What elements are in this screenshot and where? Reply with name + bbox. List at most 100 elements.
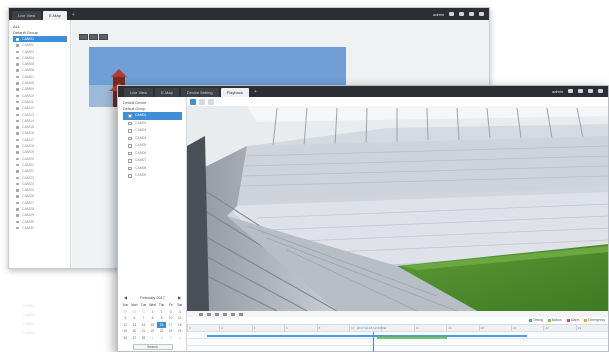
calendar-day[interactable]: 7 — [139, 315, 148, 321]
export-icon[interactable] — [239, 312, 243, 316]
timeline[interactable]: 0 2 4 6 8 10 12 14 16 18 20 22 24 2017-02-16 12:00:0… — [187, 324, 608, 352]
camera-checkbox[interactable] — [128, 144, 132, 148]
user-icon[interactable] — [449, 12, 454, 16]
forward-icon[interactable] — [223, 312, 227, 316]
camera-checkbox[interactable] — [128, 114, 132, 118]
stop-icon[interactable] — [215, 312, 219, 316]
camera-checkbox[interactable] — [128, 129, 132, 133]
tab-e-map[interactable]: E-Map — [43, 11, 67, 20]
user-label[interactable]: admin — [433, 12, 444, 17]
zoom-in-icon[interactable] — [79, 34, 88, 40]
calendar-day[interactable]: 8 — [148, 315, 157, 321]
calendar-day[interactable]: 3 — [166, 309, 175, 315]
calendar-day[interactable]: 12 — [121, 322, 130, 328]
add-tab-button[interactable]: + — [69, 11, 78, 20]
legend-item: Emergency — [584, 318, 605, 322]
calendar-day[interactable]: 2 — [157, 335, 166, 341]
minimize-icon[interactable] — [479, 12, 484, 16]
rewind-icon[interactable] — [199, 312, 203, 316]
single-view-icon[interactable] — [190, 98, 196, 105]
add-tab-button[interactable]: + — [251, 88, 260, 97]
calendar-day[interactable]: 13 — [130, 322, 139, 328]
camera-checkbox[interactable] — [128, 159, 132, 163]
camera-item[interactable]: CAM04 — [123, 135, 182, 143]
prev-month-button[interactable]: ◀ — [124, 295, 127, 302]
play-icon[interactable] — [207, 312, 211, 316]
camera-icon — [16, 82, 19, 85]
camera-item[interactable]: CAM07 — [123, 157, 182, 165]
camera-item[interactable]: CAM02 — [123, 120, 182, 128]
tab-device-setting[interactable]: Device Setting — [180, 88, 219, 97]
calendar-day[interactable]: 17 — [166, 322, 175, 328]
calendar-day[interactable]: 2 — [157, 309, 166, 315]
tab-live-view[interactable]: Live View — [12, 11, 42, 20]
camera-item[interactable]: CAM31 — [13, 225, 67, 231]
calendar-day[interactable]: 30 — [130, 309, 139, 315]
calendar-day[interactable]: 31 — [139, 309, 148, 315]
camera-checkbox[interactable] — [128, 174, 132, 178]
camera-checkbox[interactable] — [128, 166, 132, 170]
next-month-button[interactable]: ▶ — [178, 295, 181, 302]
camera-icon — [16, 182, 19, 186]
camera-checkbox[interactable] — [128, 121, 132, 125]
zoom-out-icon[interactable] — [89, 34, 98, 40]
monitor-icon[interactable] — [459, 12, 464, 16]
calendar-day[interactable]: 1 — [148, 335, 157, 341]
calendar-day[interactable]: 29 — [121, 309, 130, 315]
camera-checkbox[interactable] — [128, 136, 132, 140]
snapshot-icon[interactable] — [231, 312, 235, 316]
tab-live-view[interactable]: Live View — [124, 88, 154, 97]
camera-item[interactable]: CAM09 — [123, 172, 182, 180]
camera-checkbox[interactable] — [128, 151, 132, 155]
timeline-track[interactable] — [187, 340, 608, 346]
calendar-day[interactable]: 20 — [130, 328, 139, 334]
settings-icon[interactable] — [469, 12, 474, 16]
minimize-icon[interactable] — [598, 89, 603, 93]
search-button[interactable]: Search — [132, 343, 173, 350]
emap-toolbar — [79, 34, 108, 40]
calendar-day[interactable]: 6 — [130, 315, 139, 321]
calendar-day[interactable]: 21 — [139, 328, 148, 334]
calendar-day[interactable]: 18 — [175, 322, 184, 328]
calendar-day[interactable]: 5 — [121, 315, 130, 321]
camera-item[interactable]: CAM05 — [123, 142, 182, 150]
camera-item[interactable]: CAM08 — [123, 165, 182, 173]
calendar-day[interactable]: 27 — [130, 335, 139, 341]
calendar-day[interactable]: 28 — [139, 335, 148, 341]
calendar-day[interactable]: 19 — [121, 328, 130, 334]
timeline-track[interactable] — [187, 347, 608, 352]
calendar-day[interactable]: 9 — [157, 315, 166, 321]
calendar-day[interactable]: 3 — [166, 335, 175, 341]
tab-playback[interactable]: Playback — [220, 88, 249, 97]
fit-icon[interactable] — [99, 34, 108, 40]
camera-icon — [16, 195, 19, 198]
calendar-day[interactable]: 25 — [175, 328, 184, 334]
user-label[interactable]: admin — [552, 89, 563, 94]
camera-item[interactable]: CAM03 — [123, 127, 182, 135]
calendar-day[interactable]: 26 — [121, 335, 130, 341]
user-icon[interactable] — [568, 89, 573, 93]
calendar-day[interactable]: 10 — [166, 315, 175, 321]
calendar-day[interactable]: 4 — [175, 335, 184, 341]
fullscreen-icon[interactable] — [208, 98, 214, 105]
calendar-day[interactable]: 22 — [148, 328, 157, 334]
camera-item[interactable]: CAM01 — [123, 112, 182, 120]
timeline-cursor[interactable] — [373, 332, 374, 352]
calendar-day[interactable]: 14 — [139, 322, 148, 328]
settings-icon[interactable] — [588, 89, 593, 93]
hour-tick: 2 — [219, 325, 251, 331]
calendar-day[interactable]: 15 — [148, 322, 157, 328]
calendar-day[interactable]: 24 — [166, 328, 175, 334]
camera-label: CAM21 — [22, 162, 34, 167]
tab-e-map[interactable]: E-Map — [155, 88, 179, 97]
camera-item[interactable]: CAM06 — [123, 150, 182, 158]
calendar-day[interactable]: 4 — [175, 309, 184, 315]
calendar-day[interactable]: 1 — [148, 309, 157, 315]
calendar-day[interactable]: 16 — [157, 321, 166, 328]
calendar-day[interactable]: 11 — [175, 315, 184, 321]
calendar-day[interactable]: 23 — [157, 328, 166, 334]
timeline-track[interactable] — [187, 333, 608, 339]
video-viewer[interactable] — [187, 106, 608, 311]
quad-view-icon[interactable] — [199, 98, 205, 105]
monitor-icon[interactable] — [578, 89, 583, 93]
